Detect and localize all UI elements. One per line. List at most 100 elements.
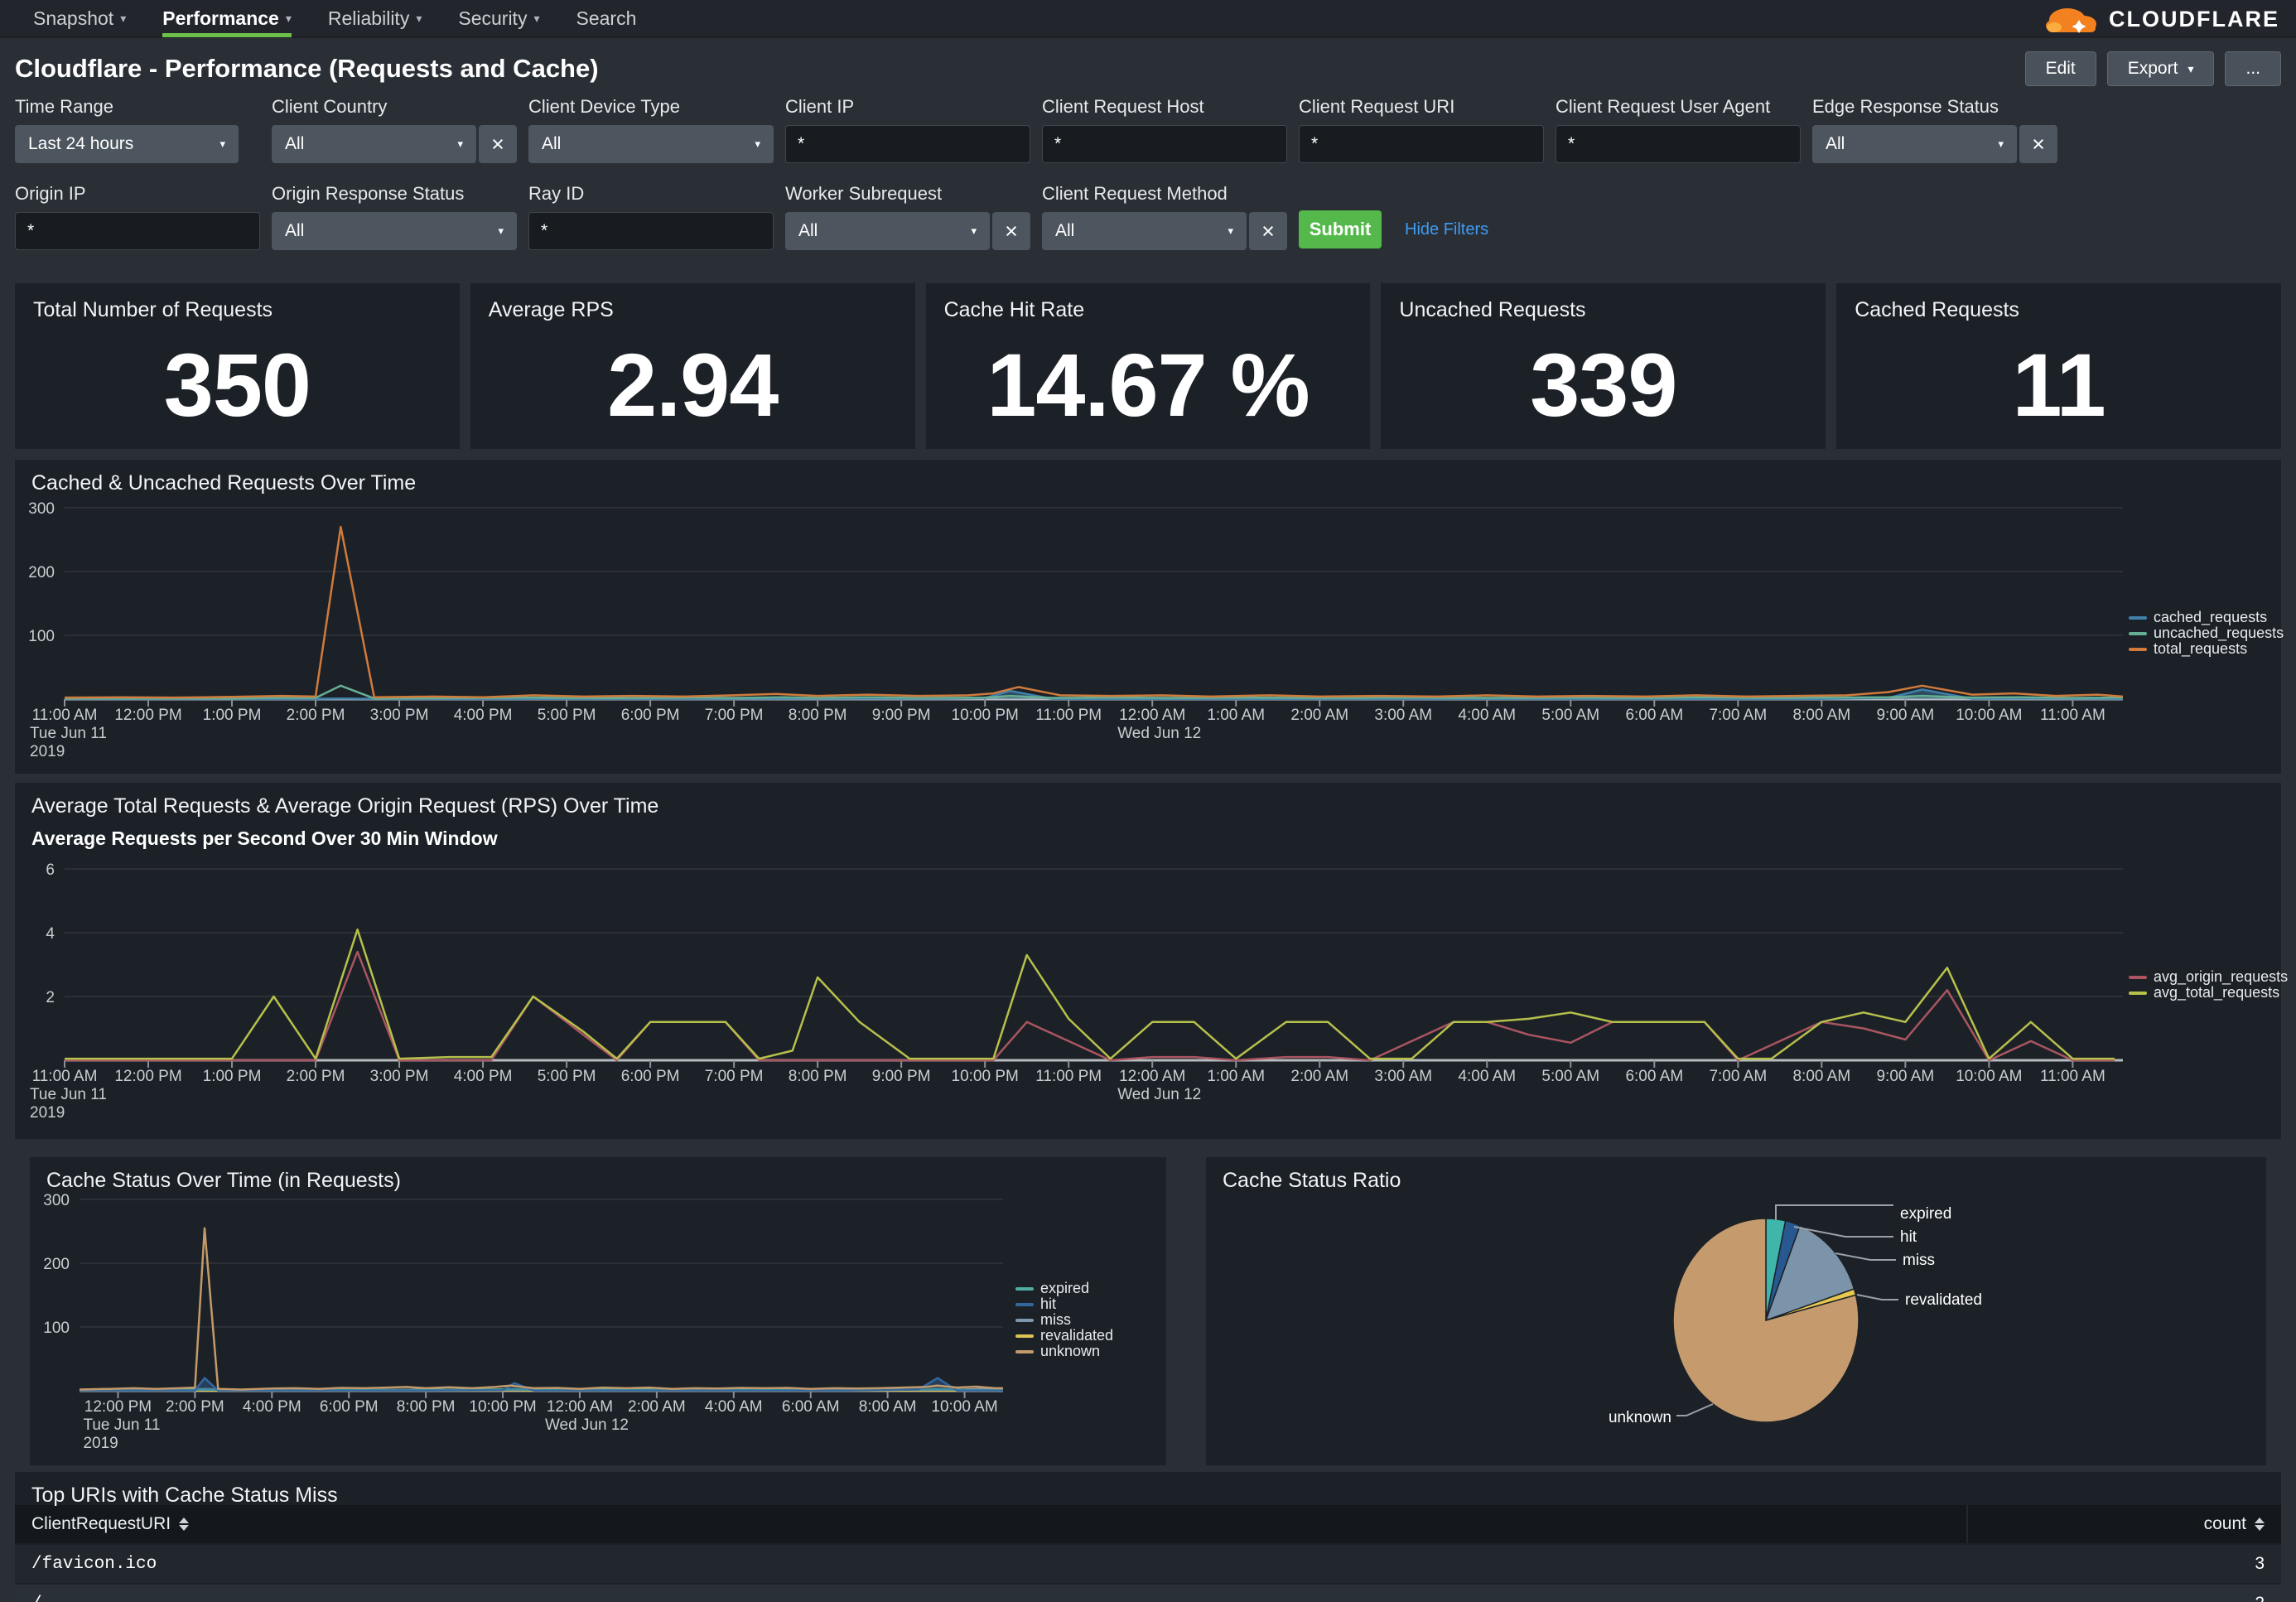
legend-item[interactable]: uncached_requests [2129,626,2284,640]
svg-text:6:00 PM: 6:00 PM [320,1398,379,1416]
close-icon: × [2032,132,2045,157]
svg-text:6: 6 [46,861,55,879]
filter-origin-response-status: Origin Response Status All▾ [272,183,517,250]
client-request-method-clear-button[interactable]: × [1249,212,1287,250]
count-cell: 3 [1966,1554,2281,1574]
panel-title: Cache Status Ratio [1223,1169,1401,1193]
chevron-down-icon: ▾ [1998,138,2004,151]
cache-status-line-chart[interactable]: 10020030012:00 PMTue Jun 1120192:00 PM4:… [30,1157,1166,1465]
nav-item-snapshot[interactable]: Snapshot ▾ [33,0,126,37]
cached-uncached-line-chart[interactable]: 10020030011:00 AMTue Jun 11201912:00 PM1… [15,460,2281,774]
client-country-clear-button[interactable]: × [479,125,517,163]
nav-item-label: Security [458,7,527,30]
svg-text:Tue Jun 11: Tue Jun 11 [83,1416,160,1434]
cache-status-pie-chart[interactable]: expiredhitmissrevalidatedunknown [1206,1157,2266,1465]
legend-item[interactable]: avg_total_requests [2129,986,2288,1000]
worker-subrequest-clear-button[interactable]: × [992,212,1030,250]
svg-text:7:00 AM: 7:00 AM [1709,707,1767,724]
legend-label: unknown [1040,1344,1100,1358]
panel-title: Cached & Uncached Requests Over Time [31,471,416,495]
stat-value: 14.67 % [926,320,1371,449]
svg-text:2:00 AM: 2:00 AM [628,1398,686,1416]
legend-item[interactable]: revalidated [1015,1329,1113,1343]
svg-text:10:00 AM: 10:00 AM [1956,1068,2022,1085]
svg-text:12:00 PM: 12:00 PM [84,1398,152,1416]
stat-average-rps: Average RPS 2.94 [470,283,915,449]
sort-icon [2255,1518,2265,1531]
client-country-select[interactable]: All▾ [272,125,476,163]
svg-text:10:00 PM: 10:00 PM [952,1068,1019,1085]
panel-title: Cache Status Over Time (in Requests) [46,1169,401,1193]
origin-response-status-select[interactable]: All▾ [272,212,517,250]
svg-text:300: 300 [43,1192,70,1209]
filter-edge-response-status: Edge Response Status All▾ × [1812,96,2057,163]
svg-text:7:00 PM: 7:00 PM [705,1068,764,1085]
nav-item-reliability[interactable]: Reliability ▾ [328,0,422,37]
client-request-user-agent-input[interactable] [1556,125,1801,163]
edge-response-status-clear-button[interactable]: × [2019,125,2057,163]
page-title: Cloudflare - Performance (Requests and C… [15,54,599,84]
sort-icon [179,1518,189,1531]
panel-cache-status-over-time: Cache Status Over Time (in Requests) 100… [30,1157,1166,1465]
time-range-select[interactable]: Last 24 hours▾ [15,125,239,163]
filter-bar: Time Range Last 24 hours▾ Client Country… [0,93,2296,250]
svg-text:8:00 AM: 8:00 AM [1792,707,1850,724]
stat-panels-row: Total Number of Requests 350 Average RPS… [15,283,2281,449]
hide-filters-link[interactable]: Hide Filters [1405,220,1488,239]
svg-text:300: 300 [28,500,55,518]
client-request-host-input[interactable] [1042,125,1287,163]
panel-cache-status-ratio: Cache Status Ratio expiredhitmissrevalid… [1206,1157,2266,1465]
nav-item-performance[interactable]: Performance ▾ [162,0,292,37]
origin-ip-input[interactable] [15,212,260,250]
filter-label: Client Country [272,96,517,118]
svg-text:200: 200 [43,1256,70,1273]
legend-item[interactable]: cached_requests [2129,610,2284,625]
client-ip-input[interactable] [785,125,1030,163]
table-header: ClientRequestURI count [15,1505,2281,1543]
more-button[interactable]: ... [2225,51,2281,86]
chevron-down-icon: ▾ [457,138,463,151]
client-request-method-select[interactable]: All▾ [1042,212,1247,250]
ray-id-input[interactable] [528,212,774,250]
client-request-uri-input[interactable] [1299,125,1544,163]
svg-text:hit: hit [1900,1228,1917,1246]
nav-item-label: Snapshot [33,7,113,30]
nav-item-security[interactable]: Security ▾ [458,0,539,37]
svg-text:revalidated: revalidated [1905,1291,1982,1309]
column-header-count[interactable]: count [1966,1505,2281,1543]
svg-text:9:00 PM: 9:00 PM [872,1068,931,1085]
panel-title: Top URIs with Cache Status Miss [31,1484,338,1508]
worker-subrequest-select[interactable]: All▾ [785,212,990,250]
chevron-down-icon: ▾ [416,12,422,26]
column-header-clientrequesturi[interactable]: ClientRequestURI [15,1514,1966,1534]
table-row[interactable]: / 2 [15,1585,2281,1602]
submit-button[interactable]: Submit [1299,210,1382,249]
legend-item[interactable]: miss [1015,1313,1113,1327]
svg-text:10:00 PM: 10:00 PM [952,707,1019,724]
legend-item[interactable]: avg_origin_requests [2129,970,2288,984]
count-cell: 2 [1966,1594,2281,1602]
stat-value: 339 [1381,320,1826,449]
svg-text:3:00 PM: 3:00 PM [370,707,429,724]
chevron-down-icon: ▾ [971,224,977,238]
filter-client-device-type: Client Device Type All▾ [528,96,774,163]
svg-text:11:00 AM: 11:00 AM [2040,1068,2105,1085]
edge-response-status-select[interactable]: All▾ [1812,125,2017,163]
filter-label: Client Request Method [1042,183,1287,205]
legend-item[interactable]: total_requests [2129,642,2284,656]
nav-item-search[interactable]: Search [576,0,636,37]
stat-title: Uncached Requests [1381,283,1826,322]
legend-item[interactable]: unknown [1015,1344,1113,1358]
svg-text:2:00 PM: 2:00 PM [287,707,345,724]
legend-item[interactable]: hit [1015,1297,1113,1311]
client-device-type-select[interactable]: All▾ [528,125,774,163]
export-button[interactable]: Export▾ [2107,51,2215,86]
filter-client-request-uri: Client Request URI [1299,96,1544,163]
legend-label: expired [1040,1281,1089,1296]
legend-item[interactable]: expired [1015,1281,1113,1296]
legend-swatch [2129,976,2147,979]
table-row[interactable]: /favicon.ico 3 [15,1545,2281,1583]
svg-text:100: 100 [43,1320,70,1337]
nav-item-label: Reliability [328,7,409,30]
edit-button[interactable]: Edit [2025,51,2096,86]
